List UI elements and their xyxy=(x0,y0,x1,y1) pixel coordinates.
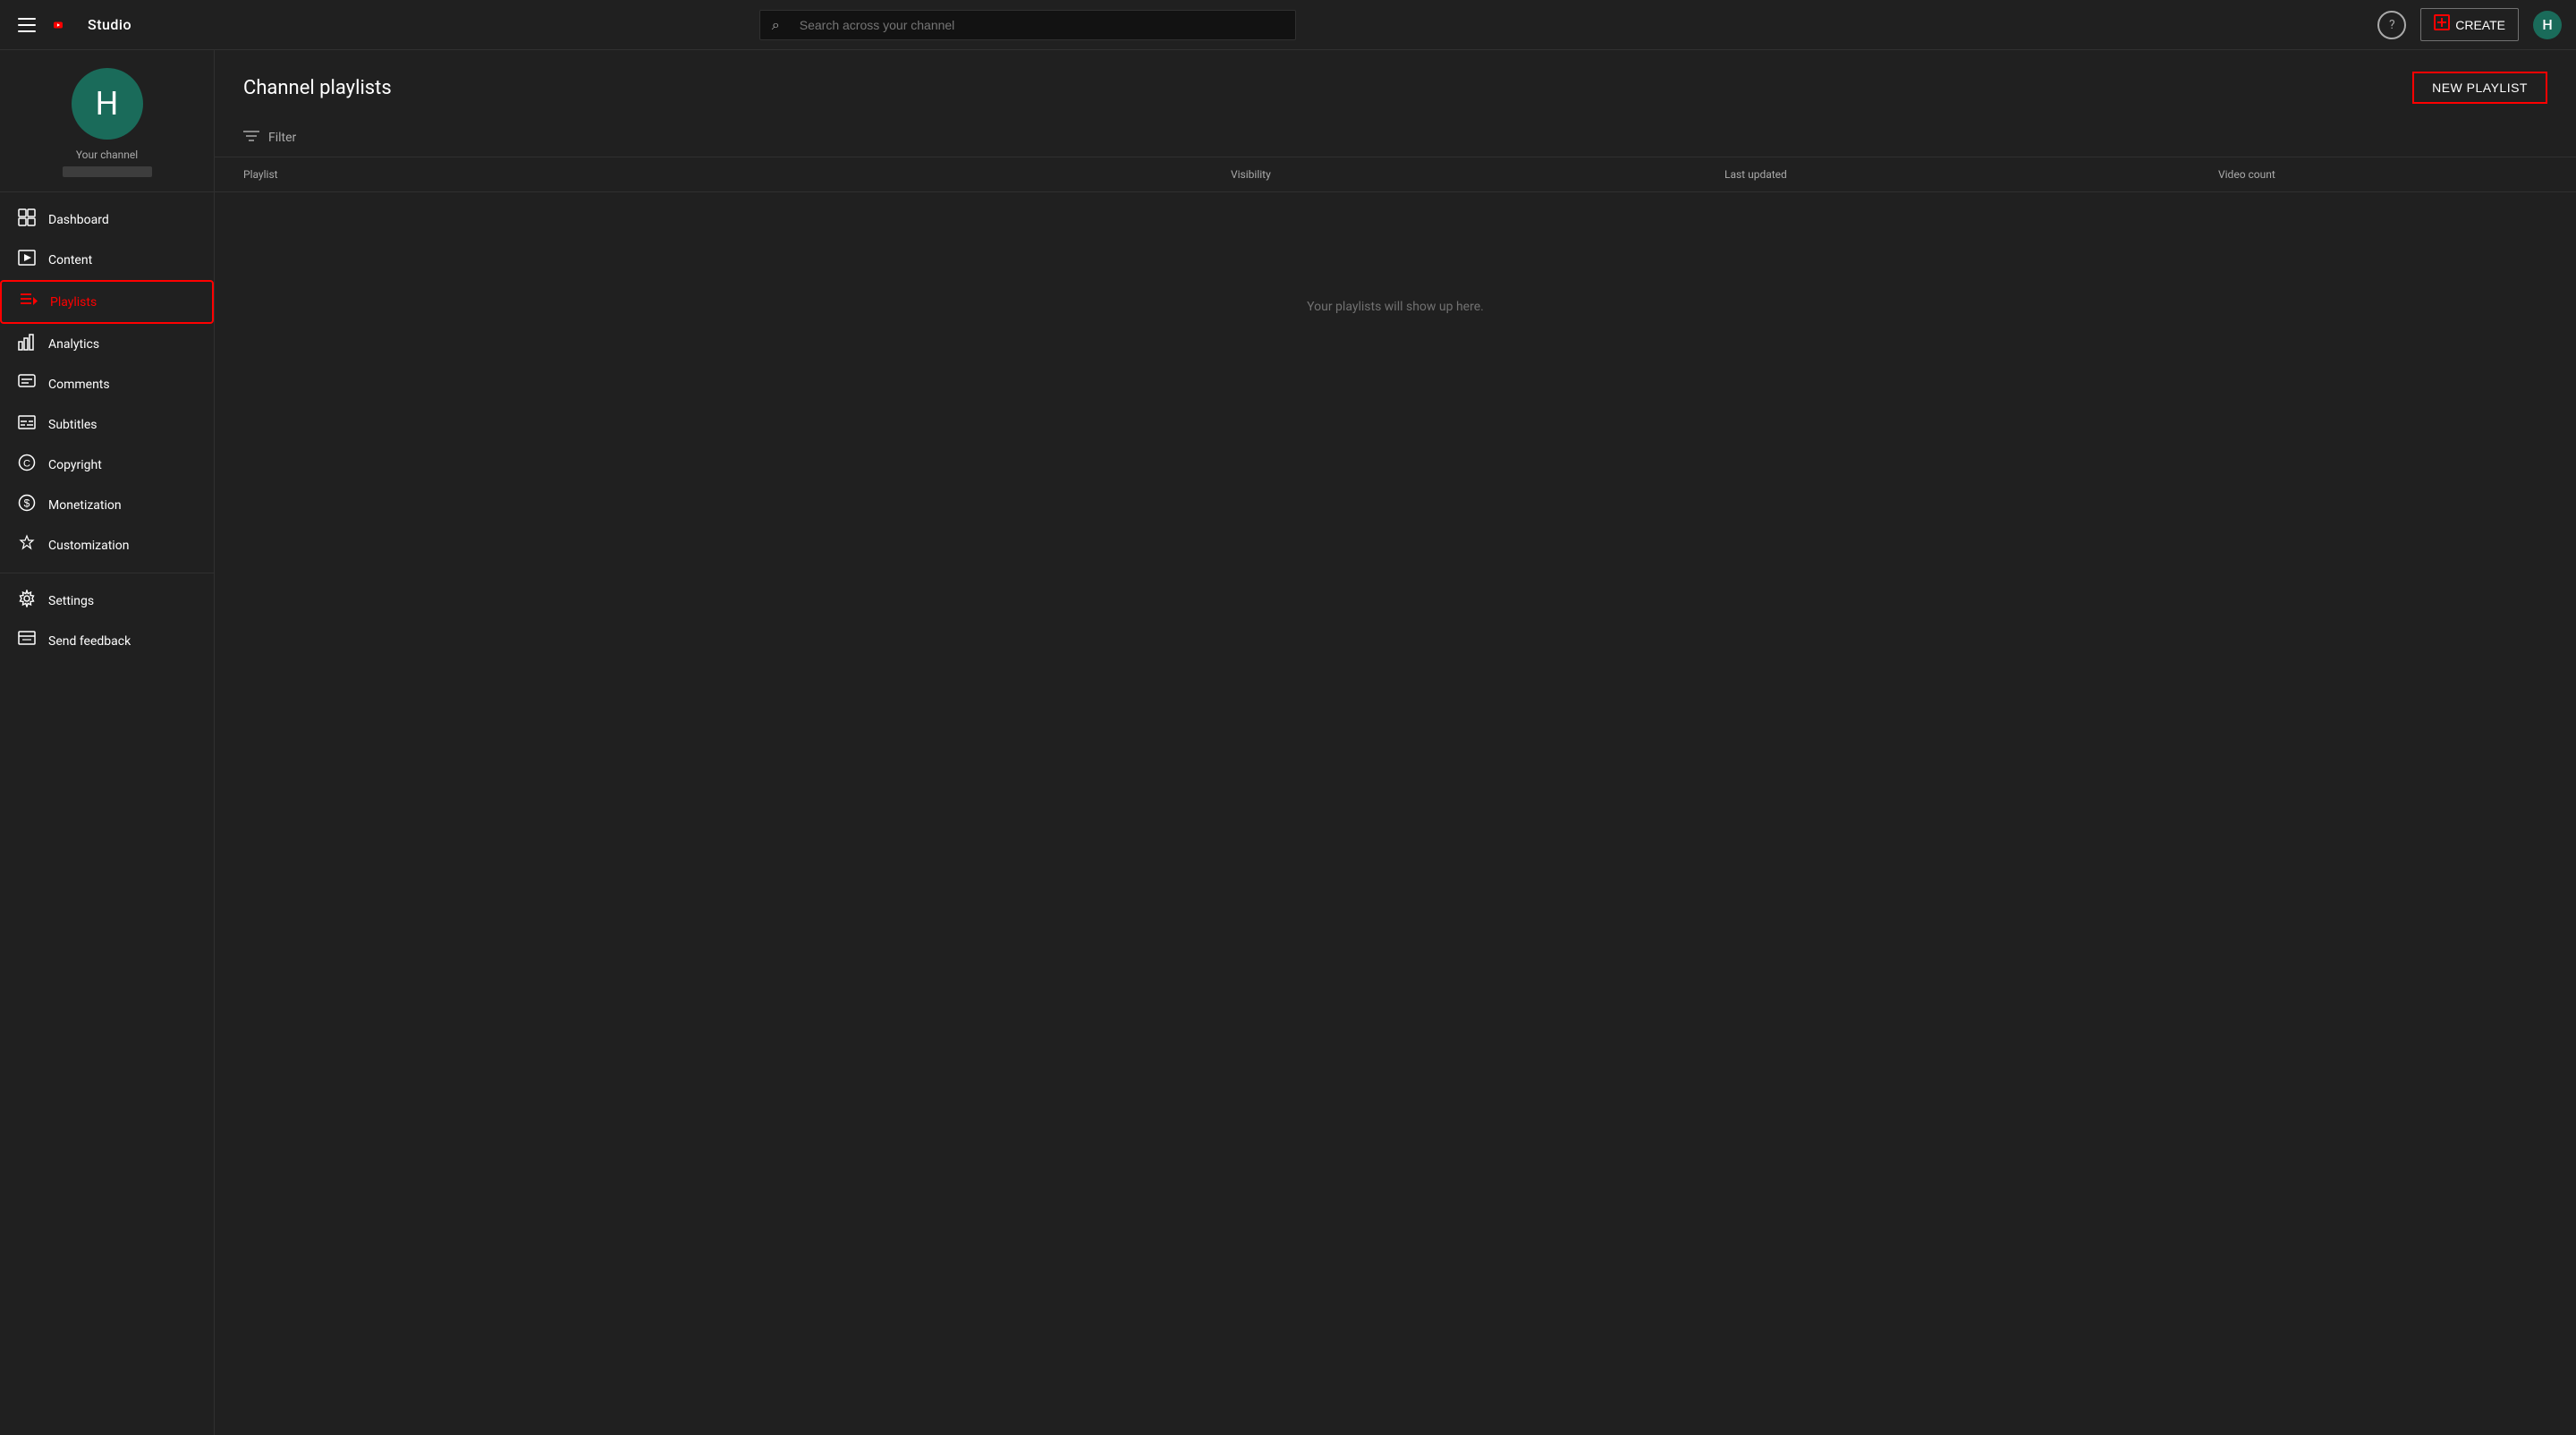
search-icon: ⌕ xyxy=(772,16,780,34)
help-button[interactable]: ? xyxy=(2377,11,2406,39)
playlists-label: Playlists xyxy=(50,295,97,310)
col-header-playlist: Playlist xyxy=(243,168,1231,181)
comments-icon xyxy=(18,373,36,395)
sidebar-item-copyright[interactable]: C Copyright xyxy=(0,445,214,485)
customization-icon xyxy=(18,534,36,556)
col-header-video-count: Video count xyxy=(2218,168,2547,181)
feedback-icon xyxy=(18,630,36,652)
monetization-label: Monetization xyxy=(48,498,122,513)
analytics-label: Analytics xyxy=(48,337,99,352)
dashboard-icon xyxy=(18,208,36,231)
channel-info: H Your channel xyxy=(0,50,214,192)
table-header: Playlist Visibility Last updated Video c… xyxy=(215,157,2576,192)
sidebar-item-subtitles[interactable]: Subtitles xyxy=(0,404,214,445)
create-icon xyxy=(2434,14,2450,35)
sidebar-item-customization[interactable]: Customization xyxy=(0,525,214,565)
sidebar-item-analytics[interactable]: Analytics xyxy=(0,324,214,364)
subtitles-icon xyxy=(18,413,36,436)
filter-bar: Filter xyxy=(215,118,2576,157)
copyright-label: Copyright xyxy=(48,458,102,472)
settings-label: Settings xyxy=(48,594,94,608)
sidebar-item-playlists[interactable]: Playlists xyxy=(0,280,214,324)
sidebar-item-content[interactable]: Content xyxy=(0,240,214,280)
search-bar-container: ⌕ xyxy=(759,10,1296,40)
create-button[interactable]: CREATE xyxy=(2420,8,2519,41)
sidebar-item-send-feedback[interactable]: Send feedback xyxy=(0,621,214,661)
comments-label: Comments xyxy=(48,378,110,392)
sidebar-item-comments[interactable]: Comments xyxy=(0,364,214,404)
page-title: Channel playlists xyxy=(243,77,392,99)
filter-label[interactable]: Filter xyxy=(268,131,296,145)
studio-label: Studio xyxy=(88,16,131,33)
youtube-icon xyxy=(54,15,82,35)
playlists-icon xyxy=(20,291,38,313)
hamburger-menu[interactable] xyxy=(14,14,39,36)
sidebar: H Your channel Dashboard xyxy=(0,50,215,1435)
empty-state: Your playlists will show up here. xyxy=(215,192,2576,421)
user-avatar[interactable]: H xyxy=(2533,11,2562,39)
filter-icon xyxy=(243,129,259,146)
col-header-last-updated: Last updated xyxy=(1724,168,2218,181)
content-label: Content xyxy=(48,253,92,267)
page-header: Channel playlists NEW PLAYLIST xyxy=(215,50,2576,118)
dashboard-label: Dashboard xyxy=(48,213,109,227)
svg-text:C: C xyxy=(23,459,30,470)
top-header: Studio ⌕ ? CREATE H xyxy=(0,0,2576,50)
content-icon xyxy=(18,249,36,271)
body-layout: H Your channel Dashboard xyxy=(0,50,2576,1435)
monetization-icon: $ xyxy=(18,494,36,516)
create-label: CREATE xyxy=(2455,18,2505,32)
new-playlist-button[interactable]: NEW PLAYLIST xyxy=(2412,72,2547,104)
search-input[interactable] xyxy=(759,10,1296,40)
settings-icon xyxy=(18,590,36,612)
sidebar-item-dashboard[interactable]: Dashboard xyxy=(0,200,214,240)
channel-label: Your channel xyxy=(76,149,138,161)
header-left: Studio xyxy=(14,14,211,36)
sidebar-item-settings[interactable]: Settings xyxy=(0,581,214,621)
channel-name-blurred xyxy=(63,166,152,177)
logo[interactable]: Studio xyxy=(54,15,131,35)
col-header-visibility: Visibility xyxy=(1231,168,1724,181)
customization-label: Customization xyxy=(48,539,129,553)
header-right: ? CREATE H xyxy=(2377,8,2562,41)
channel-avatar[interactable]: H xyxy=(72,68,143,140)
main-content: Channel playlists NEW PLAYLIST Filter Pl… xyxy=(215,50,2576,1435)
subtitles-label: Subtitles xyxy=(48,418,97,432)
copyright-icon: C xyxy=(18,454,36,476)
analytics-icon xyxy=(18,333,36,355)
svg-text:$: $ xyxy=(24,497,30,510)
nav-items: Dashboard Content xyxy=(0,192,214,1435)
empty-message: Your playlists will show up here. xyxy=(1307,300,1484,314)
send-feedback-label: Send feedback xyxy=(48,634,131,649)
sidebar-item-monetization[interactable]: $ Monetization xyxy=(0,485,214,525)
